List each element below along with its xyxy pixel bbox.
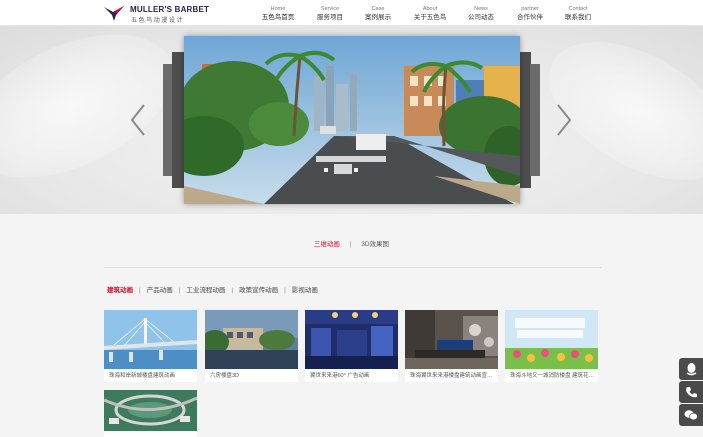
- tab-3d-animation[interactable]: 三维动画: [314, 241, 340, 248]
- nav-service[interactable]: Service 服务项目: [307, 0, 353, 26]
- nav-case[interactable]: Case 案例展示: [355, 0, 401, 26]
- subtab-product[interactable]: 产品动画: [147, 287, 173, 294]
- carousel-side-slide[interactable]: [530, 64, 540, 176]
- logo[interactable]: MULLER'S BARBET 五色鸟动漫设计: [103, 4, 209, 24]
- case-caption: 珠海翼世来来港楼盘建筑动画宣传片: [410, 373, 496, 379]
- section-divider: [104, 267, 602, 268]
- case-caption: 六房楼盘3D: [210, 373, 240, 379]
- main-nav: Home 五色鸟首页 Service 服务项目 Case 案例展示 About …: [255, 0, 607, 26]
- case-card[interactable]: 珠海斗地又一城消防楼盘 建筑花海...: [505, 310, 598, 382]
- tab-separator: |: [178, 287, 181, 294]
- phone-icon: [685, 386, 697, 397]
- case-thumbnail: [505, 310, 598, 369]
- tab-3d-rendering[interactable]: 3D效果图: [361, 241, 389, 248]
- nav-label-cn: 五色鸟首页: [261, 14, 295, 21]
- case-card[interactable]: 六房楼盘3D: [205, 310, 298, 382]
- category-tabs: 三维动画 | 3D效果图: [0, 238, 703, 248]
- chevron-right-icon: [557, 104, 572, 136]
- case-thumbnail: [305, 310, 398, 369]
- nav-label-cn: 公司动态: [468, 14, 494, 21]
- nav-home[interactable]: Home 五色鸟首页: [255, 0, 301, 26]
- nav-contact[interactable]: Contact 联系我们: [555, 0, 601, 26]
- qq-button[interactable]: [679, 358, 703, 380]
- case-caption: 珠海和岸新城楼盘建筑动画: [109, 373, 176, 379]
- case-thumbnail: [405, 310, 498, 369]
- nav-label-cn: 关于五色鸟: [413, 14, 447, 21]
- brand-name-cn: 五色鸟动漫设计: [131, 18, 185, 24]
- case-thumbnail: [104, 310, 197, 369]
- carousel-next-button[interactable]: [556, 104, 572, 136]
- case-card[interactable]: 珠海翼世来来港楼盘建筑动画宣传片: [405, 310, 498, 382]
- nav-label-cn: 合作伙伴: [517, 14, 543, 21]
- floating-contact-bar: [679, 358, 703, 427]
- nav-label-cn: 服务项目: [317, 14, 343, 21]
- tab-separator: |: [231, 287, 234, 294]
- tab-separator: |: [139, 287, 141, 294]
- tab-separator: |: [349, 241, 352, 248]
- nav-label-en: Service: [320, 6, 340, 12]
- case-card[interactable]: 翼世来来港60° 广告动画: [305, 310, 398, 382]
- subtab-film[interactable]: 影视动画: [292, 287, 318, 294]
- case-thumbnail: [104, 390, 197, 431]
- nav-about[interactable]: About 关于五色鸟: [407, 0, 453, 26]
- phone-button[interactable]: [679, 381, 703, 403]
- nav-label-en: Home: [270, 6, 286, 12]
- nav-label-en: partner: [521, 6, 539, 12]
- wechat-icon: [684, 410, 698, 421]
- nav-label-cn: 案例展示: [365, 14, 391, 21]
- nav-label-en: About: [422, 6, 438, 12]
- subtab-architecture[interactable]: 建筑动画: [107, 287, 133, 294]
- case-thumbnail: [205, 310, 298, 369]
- qq-icon: [686, 363, 696, 376]
- bird-logo-icon: [104, 6, 124, 21]
- wechat-button[interactable]: [679, 404, 703, 426]
- case-card[interactable]: 珠海和岸新城楼盘建筑动画: [104, 310, 197, 382]
- carousel-slide-image[interactable]: [184, 36, 520, 204]
- subtab-policy[interactable]: 政策宣传动画: [239, 287, 278, 294]
- case-card[interactable]: [104, 390, 197, 437]
- subtab-industrial[interactable]: 工业流程动画: [186, 287, 225, 294]
- tab-separator: |: [284, 287, 286, 294]
- case-caption: 翼世来来港60° 广告动画: [310, 373, 370, 379]
- carousel-prev-button[interactable]: [130, 104, 146, 136]
- nav-partner[interactable]: partner 合作伙伴: [507, 0, 553, 26]
- case-caption: 珠海斗地又一城消防楼盘 建筑花海...: [510, 373, 596, 379]
- brand-name-en: MULLER'S BARBET: [130, 5, 210, 14]
- feather-decoration: [525, 26, 703, 209]
- nav-news[interactable]: News 公司动态: [458, 0, 504, 26]
- site-header: MULLER'S BARBET 五色鸟动漫设计 Home 五色鸟首页 Servi…: [0, 0, 703, 26]
- hero-banner: [0, 26, 703, 214]
- nav-label-cn: 联系我们: [565, 14, 591, 21]
- nav-label-en: Case: [371, 6, 385, 12]
- sub-category-tabs: 建筑动画 | 产品动画 | 工业流程动画 | 政策宣传动画 | 影视动画: [107, 284, 318, 294]
- chevron-left-icon: [130, 104, 145, 136]
- nav-label-en: News: [474, 6, 488, 12]
- nav-label-en: Contact: [568, 6, 588, 12]
